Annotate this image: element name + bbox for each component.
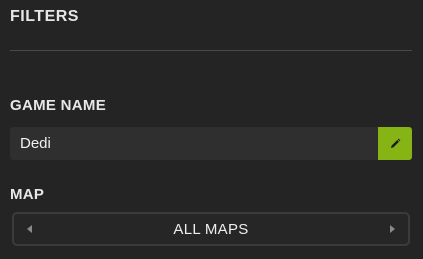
game-name-input[interactable]: Dedi	[10, 127, 378, 160]
divider	[10, 50, 412, 51]
filters-panel: FILTERS GAME NAME Dedi MAP ALL MAPS	[0, 0, 423, 259]
pencil-icon	[389, 138, 401, 150]
map-prev-button[interactable]	[20, 214, 40, 244]
map-label: MAP	[10, 186, 45, 203]
arrow-right-icon	[389, 220, 395, 238]
map-next-button[interactable]	[382, 214, 402, 244]
game-name-value: Dedi	[20, 135, 51, 152]
map-selector[interactable]: ALL MAPS	[12, 212, 410, 246]
game-name-label: GAME NAME	[10, 97, 107, 114]
arrow-left-icon	[27, 220, 33, 238]
filters-title: FILTERS	[10, 8, 79, 25]
edit-game-name-button[interactable]	[378, 127, 412, 160]
map-selected-value: ALL MAPS	[173, 220, 249, 238]
